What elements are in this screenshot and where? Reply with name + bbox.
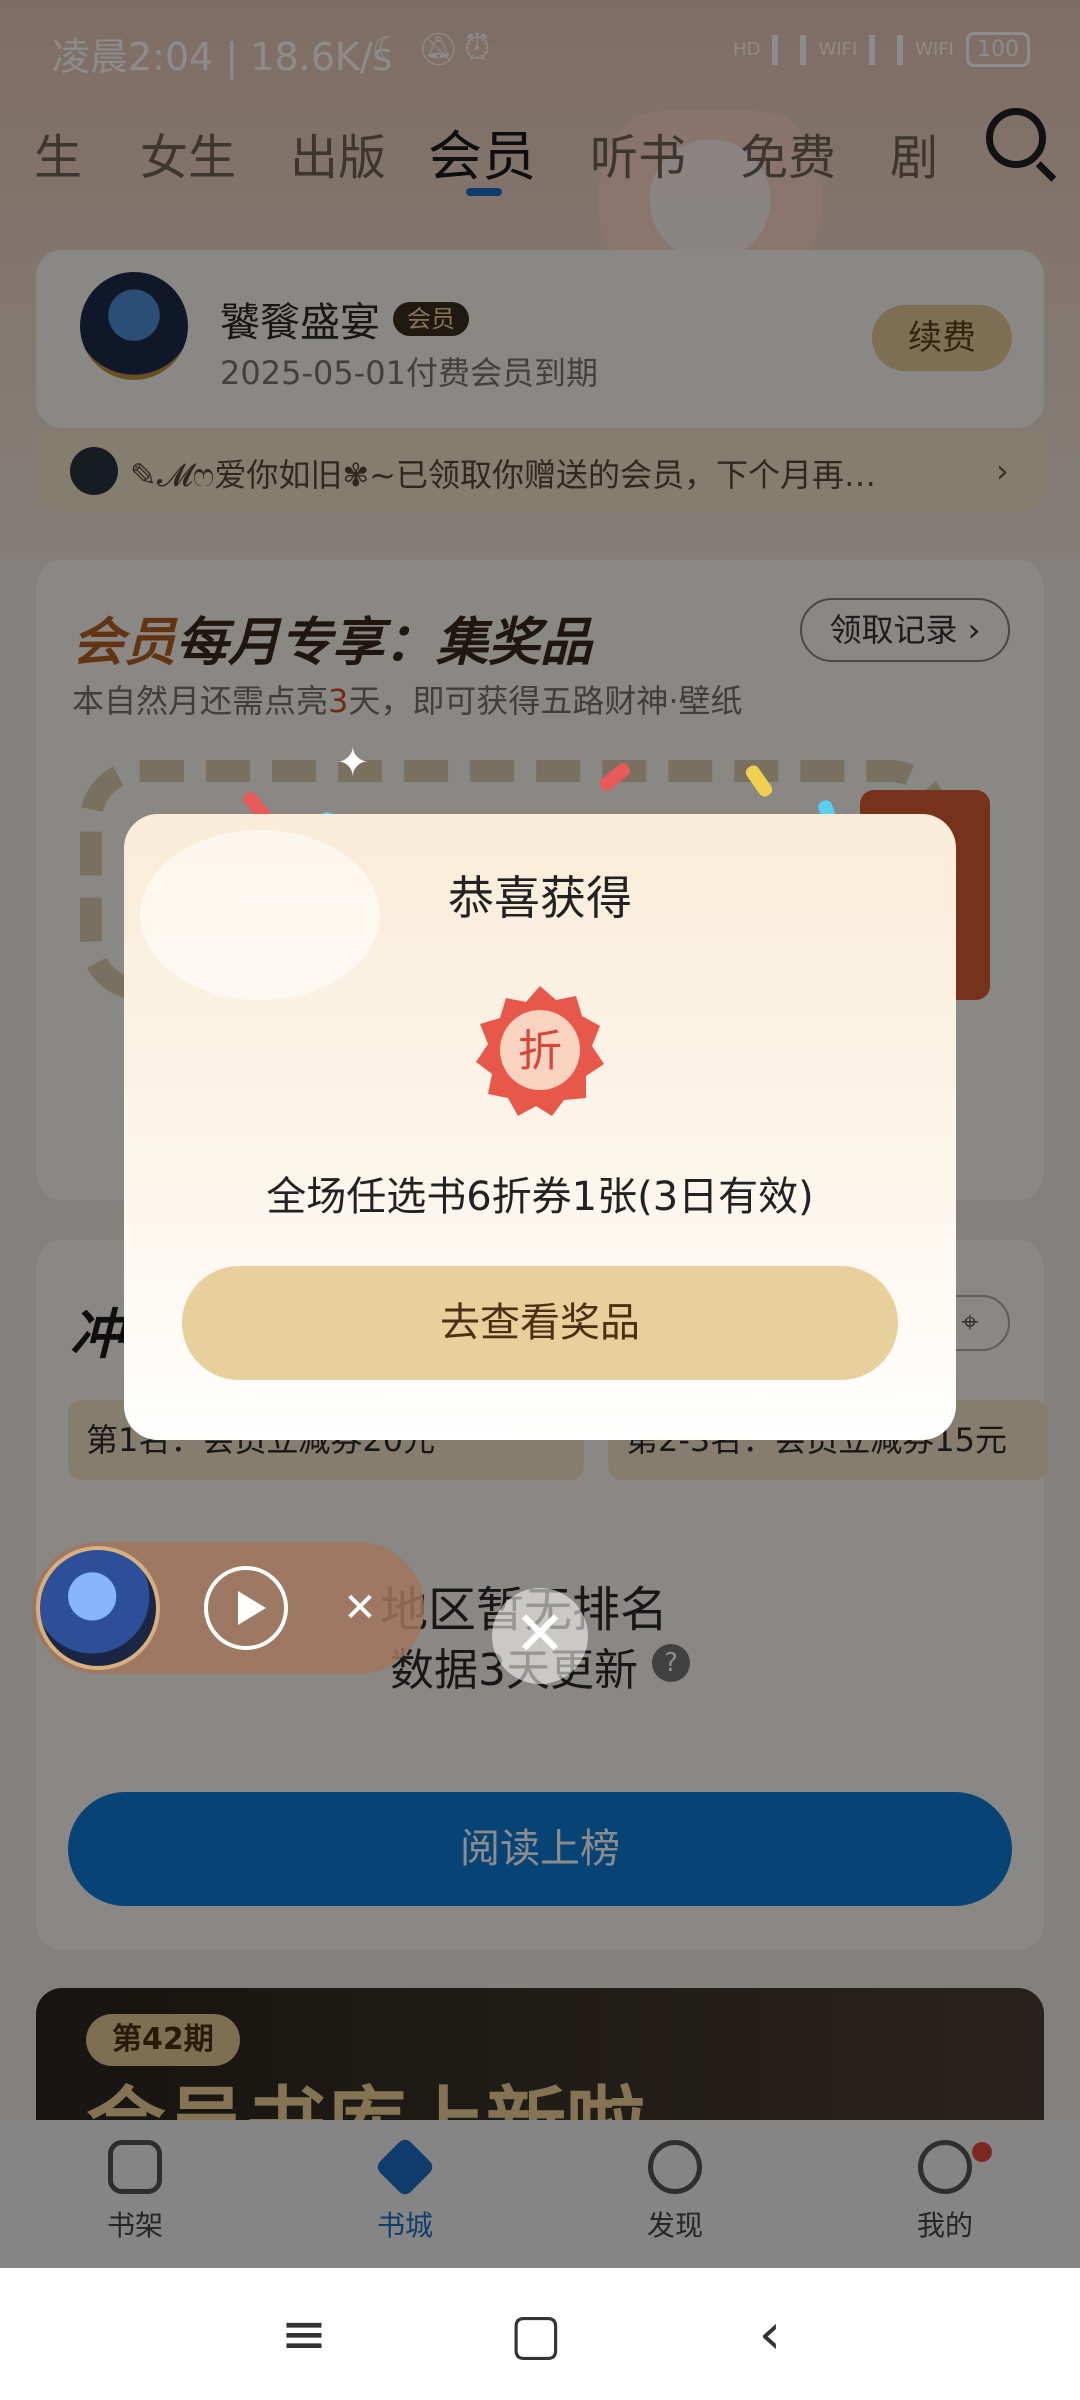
dialog-close-icon[interactable]: ✕ bbox=[492, 1588, 588, 1684]
dialog-title: 恭喜获得 bbox=[448, 871, 632, 925]
sparkle-icon: ✦ bbox=[336, 740, 370, 786]
close-icon[interactable]: ✕ bbox=[340, 1585, 380, 1631]
home-icon[interactable]: ▢ bbox=[496, 2300, 576, 2370]
back-icon[interactable]: ‹ bbox=[730, 2300, 810, 2370]
discount-badge-icon: 折 bbox=[476, 986, 604, 1116]
badge-char: 折 bbox=[518, 1026, 562, 1077]
view-prize-button[interactable]: 去查看奖品 bbox=[182, 1266, 898, 1380]
audiobook-cover-icon[interactable] bbox=[36, 1546, 160, 1670]
menu-icon[interactable]: ≡ bbox=[264, 2300, 344, 2370]
reward-text: 全场任选书6折券1张(3日有效) bbox=[266, 1174, 814, 1220]
play-icon[interactable] bbox=[204, 1566, 288, 1650]
